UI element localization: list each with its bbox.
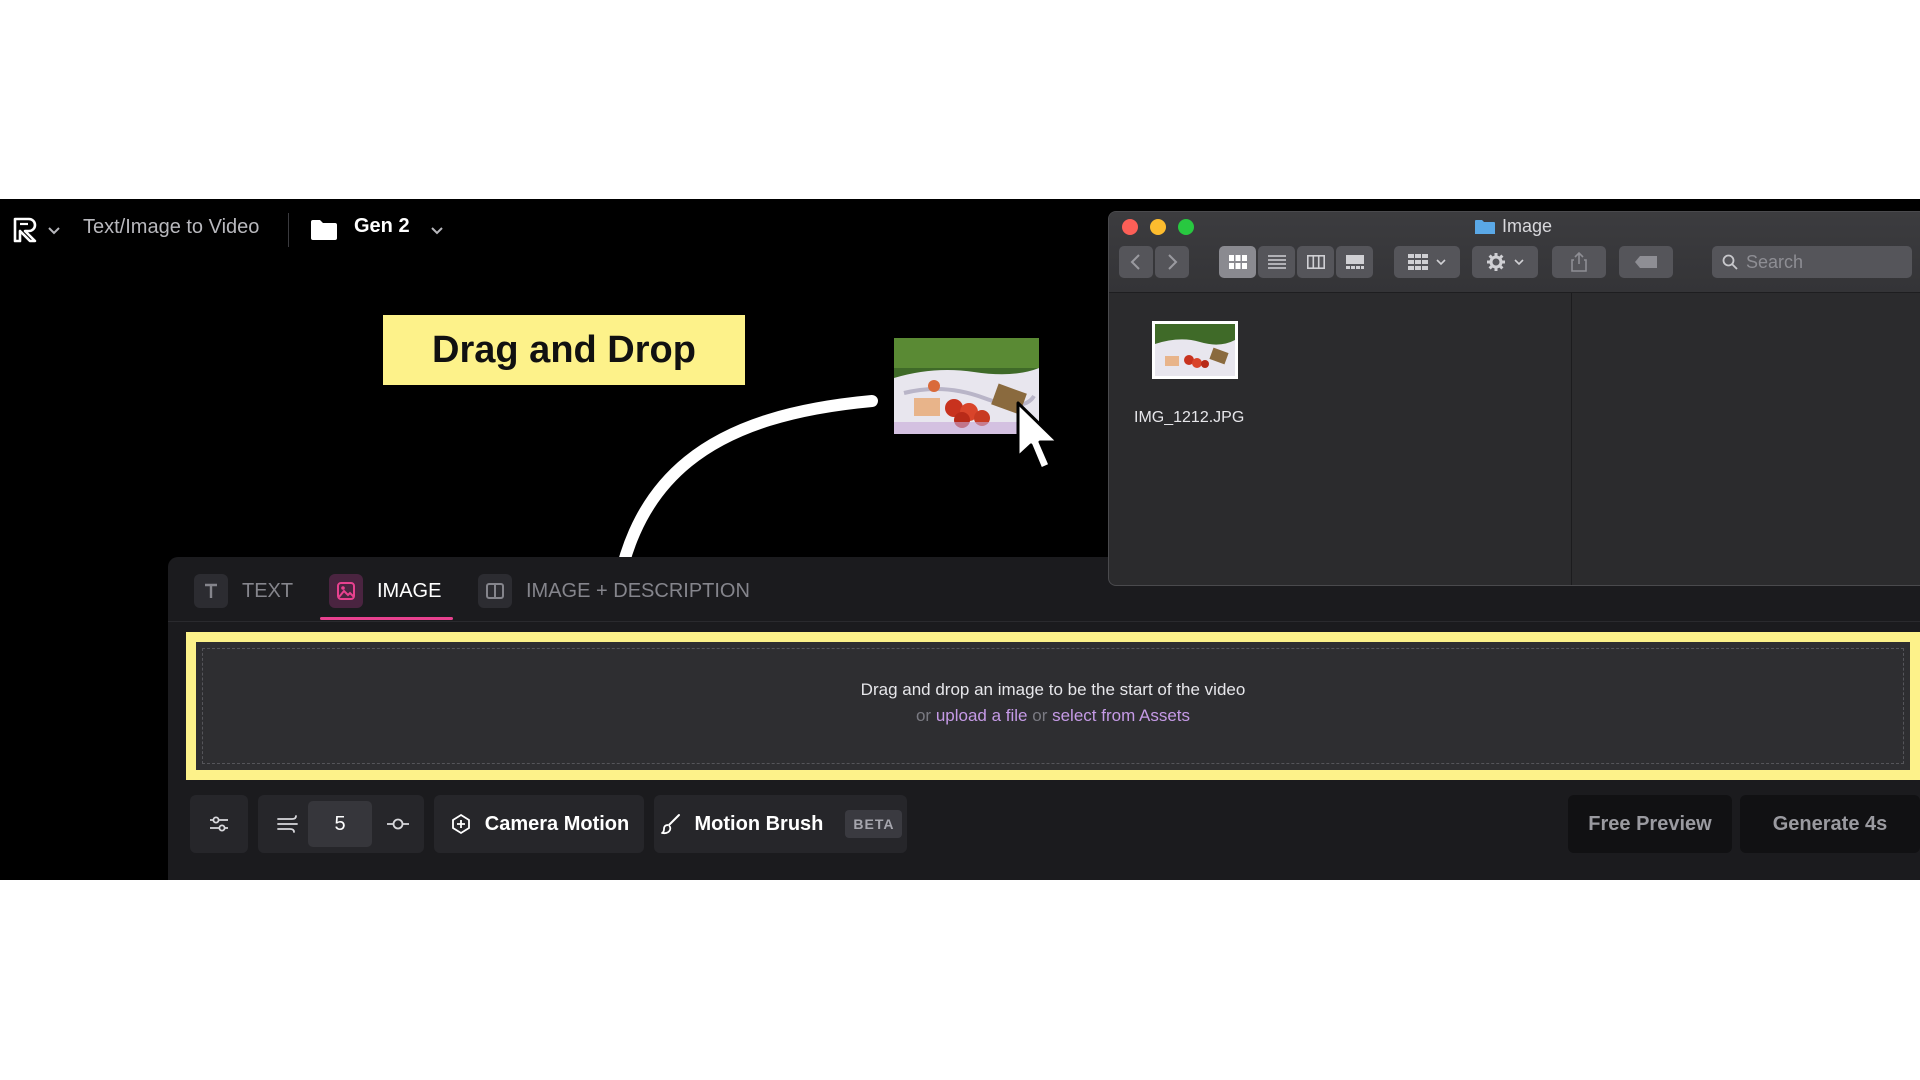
tab-divider — [168, 621, 1920, 622]
finder-title-text: Image — [1502, 216, 1553, 236]
wind-icon — [277, 815, 298, 833]
sliders-icon — [210, 816, 228, 832]
dropzone-instruction: Drag and drop an image to be the start o… — [860, 680, 1246, 699]
folder-icon — [1475, 219, 1495, 234]
columns-icon — [1306, 255, 1325, 269]
upload-file-link[interactable]: upload a file — [936, 706, 1028, 725]
or-text: or — [915, 706, 932, 725]
chevron-down-icon[interactable] — [47, 226, 61, 236]
motion-brush-button[interactable]: Motion Brush BETA — [654, 795, 907, 853]
drag-and-drop-callout: Drag and Drop — [383, 315, 745, 385]
column-view-button[interactable] — [1297, 246, 1334, 278]
chevron-right-icon — [1168, 254, 1178, 270]
close-window-button[interactable] — [1122, 219, 1138, 235]
tab-label: IMAGE + DESCRIPTION — [526, 579, 750, 602]
tab-label: IMAGE — [377, 579, 442, 602]
finder-search-field[interactable]: Search — [1712, 246, 1912, 278]
seconds-value[interactable]: 5 — [308, 801, 372, 847]
interpolate-control[interactable]: 5 — [258, 795, 424, 853]
file-thumbnail[interactable] — [1152, 321, 1238, 379]
dropzone-alternatives: or upload a file or select from Assets — [196, 706, 1910, 726]
header-divider — [288, 213, 289, 247]
camera-motion-button[interactable]: Camera Motion — [434, 795, 644, 853]
free-preview-label: Free Preview — [1588, 812, 1712, 835]
minimize-window-button[interactable] — [1150, 219, 1166, 235]
split-view-icon — [478, 574, 512, 608]
chevron-down-icon — [1514, 259, 1524, 266]
settings-button[interactable] — [190, 795, 248, 853]
icon-view-button[interactable] — [1219, 246, 1256, 278]
or-text: or — [1032, 706, 1048, 725]
generate-label: Generate 4s — [1772, 812, 1888, 835]
beta-badge: BETA — [845, 810, 903, 838]
finder-toolbar: Image Search — [1109, 212, 1920, 293]
tab-label: TEXT — [242, 579, 294, 602]
list-view-button[interactable] — [1258, 246, 1295, 278]
tag-icon — [1635, 256, 1657, 268]
app-title[interactable]: Text/Image to Video — [83, 216, 259, 239]
group-grid-icon — [1408, 254, 1428, 270]
commit-icon — [387, 818, 409, 830]
gear-icon — [1487, 253, 1505, 271]
search-placeholder: Search — [1746, 251, 1804, 272]
active-tab-indicator — [320, 617, 453, 620]
folder-icon — [311, 220, 337, 240]
finder-window: Image Search IMG_1212.JPG — [1108, 211, 1920, 586]
search-icon — [1722, 254, 1738, 270]
pane-divider[interactable] — [1571, 293, 1572, 585]
runway-logo-icon[interactable] — [13, 217, 39, 243]
chevron-down-icon[interactable] — [430, 226, 444, 236]
group-by-button[interactable] — [1394, 246, 1460, 278]
chevron-left-icon — [1130, 254, 1140, 270]
bottom-toolbar: 5 Camera Motion Motion Brush BETA Free P… — [168, 795, 1920, 855]
chevron-down-icon — [1436, 259, 1446, 266]
forward-button[interactable] — [1155, 246, 1189, 278]
gallery-icon — [1345, 255, 1364, 269]
camera-motion-label: Camera Motion — [484, 812, 630, 835]
project-name[interactable]: Gen 2 — [354, 215, 410, 238]
image-icon — [329, 574, 363, 608]
app-window: Text/Image to Video Gen 2 Drag and Drop — [0, 199, 1920, 880]
back-button[interactable] — [1119, 246, 1153, 278]
gallery-view-button[interactable] — [1336, 246, 1373, 278]
tag-button[interactable] — [1619, 246, 1673, 278]
finder-content: IMG_1212.JPG — [1109, 293, 1920, 585]
share-button[interactable] — [1552, 246, 1606, 278]
tab-image[interactable]: IMAGE — [329, 573, 441, 609]
generate-button[interactable]: Generate 4s — [1740, 795, 1920, 853]
text-icon — [194, 574, 228, 608]
mouse-cursor-icon — [1016, 401, 1060, 471]
tab-image-description[interactable]: IMAGE + DESCRIPTION — [478, 573, 750, 609]
file-name[interactable]: IMG_1212.JPG — [1134, 409, 1244, 427]
image-dropzone[interactable]: Drag and drop an image to be the start o… — [186, 632, 1920, 780]
action-menu-button[interactable] — [1472, 246, 1538, 278]
zoom-window-button[interactable] — [1178, 219, 1194, 235]
share-icon — [1571, 252, 1587, 272]
select-from-assets-link[interactable]: select from Assets — [1052, 706, 1190, 725]
finder-title: Image — [1474, 216, 1552, 237]
camera-motion-icon — [451, 813, 470, 835]
motion-brush-label: Motion Brush — [694, 812, 824, 835]
free-preview-button[interactable]: Free Preview — [1568, 795, 1732, 853]
grid-icon — [1228, 255, 1247, 269]
seconds-number: 5 — [334, 812, 346, 835]
list-icon — [1267, 255, 1286, 269]
tab-text[interactable]: TEXT — [194, 573, 293, 609]
generation-panel: TEXT IMAGE IMAGE + DESCRIPTION Drag and … — [168, 557, 1920, 880]
brush-icon — [660, 814, 680, 835]
